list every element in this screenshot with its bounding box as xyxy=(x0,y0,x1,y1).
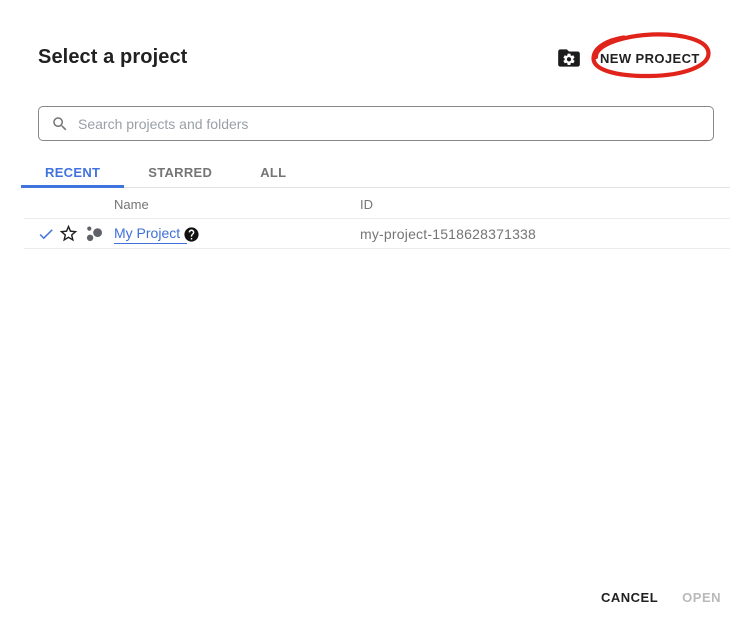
page-title: Select a project xyxy=(38,46,188,68)
project-dots-icon xyxy=(86,226,102,241)
dialog-footer: CANCEL OPEN xyxy=(589,580,733,615)
new-project-folder-icon xyxy=(558,49,580,67)
cancel-button[interactable]: CANCEL xyxy=(589,580,670,615)
column-header-id: ID xyxy=(360,197,373,212)
tab-bar: RECENT STARRED ALL xyxy=(21,159,730,188)
column-header-name: Name xyxy=(114,197,149,212)
new-project-button[interactable]: NEW PROJECT xyxy=(556,42,700,74)
select-project-dialog: Select a project NEW PROJECT RECENT STAR… xyxy=(0,0,752,628)
tab-starred[interactable]: STARRED xyxy=(124,159,236,187)
search-input[interactable] xyxy=(78,115,701,132)
project-id: my-project-1518628371338 xyxy=(360,226,537,242)
selected-check-icon xyxy=(39,229,53,240)
new-project-label: NEW PROJECT xyxy=(600,50,700,66)
table-row[interactable]: My Project my-project-1518628371338 xyxy=(24,219,730,249)
table-header: Name ID xyxy=(24,188,730,219)
project-name-link[interactable]: My Project xyxy=(114,224,188,244)
help-icon[interactable] xyxy=(183,226,200,243)
tab-recent[interactable]: RECENT xyxy=(21,159,125,188)
search-box xyxy=(38,106,714,141)
star-outline-icon[interactable] xyxy=(58,223,79,244)
tab-all[interactable]: ALL xyxy=(236,159,310,187)
search-icon xyxy=(53,116,67,130)
open-button[interactable]: OPEN xyxy=(670,580,733,615)
